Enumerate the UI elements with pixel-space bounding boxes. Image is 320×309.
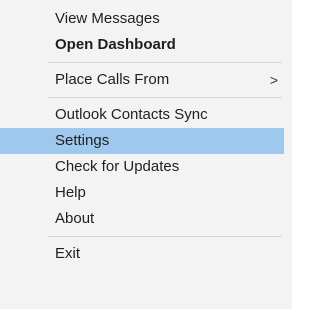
menu-separator bbox=[48, 62, 282, 63]
menu-separator bbox=[48, 236, 282, 237]
menu-item-settings[interactable]: Settings bbox=[0, 128, 284, 154]
menu-item-view-messages[interactable]: View Messages bbox=[0, 6, 292, 32]
menu-item-place-calls-from[interactable]: Place Calls From > bbox=[0, 67, 292, 93]
context-menu: View Messages Open Dashboard Place Calls… bbox=[0, 0, 292, 309]
menu-separator bbox=[48, 97, 282, 98]
menu-item-label: Place Calls From bbox=[55, 71, 170, 88]
menu-item-open-dashboard[interactable]: Open Dashboard bbox=[0, 32, 292, 58]
menu-item-about[interactable]: About bbox=[0, 206, 292, 232]
menu-item-check-for-updates[interactable]: Check for Updates bbox=[0, 154, 292, 180]
menu-item-exit[interactable]: Exit bbox=[0, 241, 292, 267]
menu-item-outlook-contacts-sync[interactable]: Outlook Contacts Sync bbox=[0, 102, 292, 128]
submenu-chevron-icon: > bbox=[269, 72, 278, 88]
menu-item-help[interactable]: Help bbox=[0, 180, 292, 206]
